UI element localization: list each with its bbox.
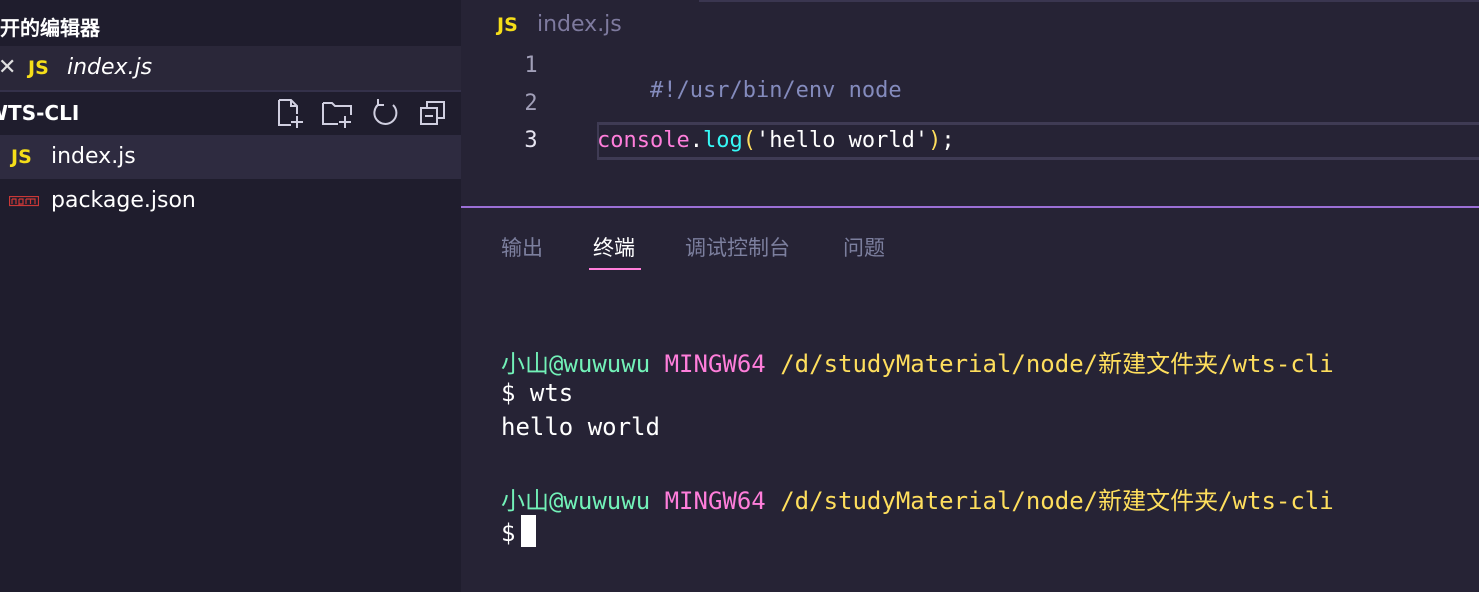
new-folder-icon[interactable] xyxy=(321,97,353,129)
file-item-package-json[interactable]: package.json xyxy=(0,179,461,223)
code-line-1[interactable]: #!/usr/bin/env node xyxy=(597,53,902,128)
line-number: 1 xyxy=(524,53,538,78)
npm-icon xyxy=(9,196,39,207)
open-editor-item[interactable]: ✕ JS index.js xyxy=(0,46,461,90)
terminal-path: /d/studyMaterial/node/新建文件夹/wts-cli xyxy=(780,487,1334,515)
line-number: 2 xyxy=(524,91,538,116)
terminal-prompt: $ xyxy=(501,519,516,547)
terminal-prompt-header: 小山@wuwuwu MINGW64 /d/studyMaterial/node/… xyxy=(501,481,1334,516)
js-file-icon: JS xyxy=(28,57,49,79)
code-method: log xyxy=(702,128,743,153)
terminal-user: 小山@wuwuwu xyxy=(501,487,651,515)
editor-tab-title[interactable]: index.js xyxy=(537,12,622,37)
code-dot: . xyxy=(689,128,703,153)
tab-output[interactable]: 输出 xyxy=(501,232,543,262)
terminal-input-line[interactable]: $ xyxy=(501,515,537,547)
code-close-paren: ) xyxy=(928,128,942,153)
code-open-paren: ( xyxy=(742,128,756,153)
terminal-prompt-header: 小山@wuwuwu MINGW64 /d/studyMaterial/node/… xyxy=(501,344,1334,379)
collapse-all-icon[interactable] xyxy=(417,97,449,129)
js-file-icon: JS xyxy=(11,146,32,168)
active-tab-indicator xyxy=(589,268,641,270)
terminal-host: MINGW64 xyxy=(664,350,766,378)
project-title: WTS-CLI xyxy=(0,101,80,125)
code-identifier: console xyxy=(597,128,690,153)
terminal-user: 小山@wuwuwu xyxy=(501,350,651,378)
bottom-panel: 输出 终端 调试控制台 问题 小山@wuwuwu MINGW64 /d/stud… xyxy=(461,206,1479,592)
line-number: 3 xyxy=(524,128,538,153)
terminal-command: $ wts xyxy=(501,379,574,407)
new-file-icon[interactable] xyxy=(274,97,306,129)
terminal-path: /d/studyMaterial/node/新建文件夹/wts-cli xyxy=(780,350,1334,378)
code-string: 'hello world' xyxy=(755,128,929,153)
terminal-host: MINGW64 xyxy=(664,487,766,515)
terminal-cursor xyxy=(521,515,537,547)
code-editor[interactable]: JS index.js 1 2 3 #!/usr/bin/env node co… xyxy=(461,0,1479,206)
editor-top-border xyxy=(699,0,1479,2)
js-file-icon: JS xyxy=(497,14,518,36)
file-name: package.json xyxy=(51,188,196,213)
tab-problems[interactable]: 问题 xyxy=(843,232,885,262)
close-icon[interactable]: ✕ xyxy=(0,55,20,81)
terminal-output: hello world xyxy=(501,413,660,441)
tab-terminal[interactable]: 终端 xyxy=(593,232,635,262)
explorer-sidebar: 打开的编辑器 ✕ JS index.js WTS-CLI JS index.js xyxy=(0,0,461,592)
file-name: index.js xyxy=(51,144,136,169)
file-item-index-js[interactable]: JS index.js xyxy=(0,135,461,179)
open-editor-filename: index.js xyxy=(67,55,153,80)
code-semicolon: ; xyxy=(941,128,955,153)
refresh-icon[interactable] xyxy=(369,97,401,129)
tab-debug-console[interactable]: 调试控制台 xyxy=(685,232,790,262)
panel-top-border[interactable] xyxy=(461,206,1479,208)
shebang: #!/usr/bin/env node xyxy=(649,78,902,103)
open-editors-title[interactable]: 打开的编辑器 xyxy=(0,12,100,40)
code-line-3[interactable]: console.log('hello world'); xyxy=(597,128,955,153)
